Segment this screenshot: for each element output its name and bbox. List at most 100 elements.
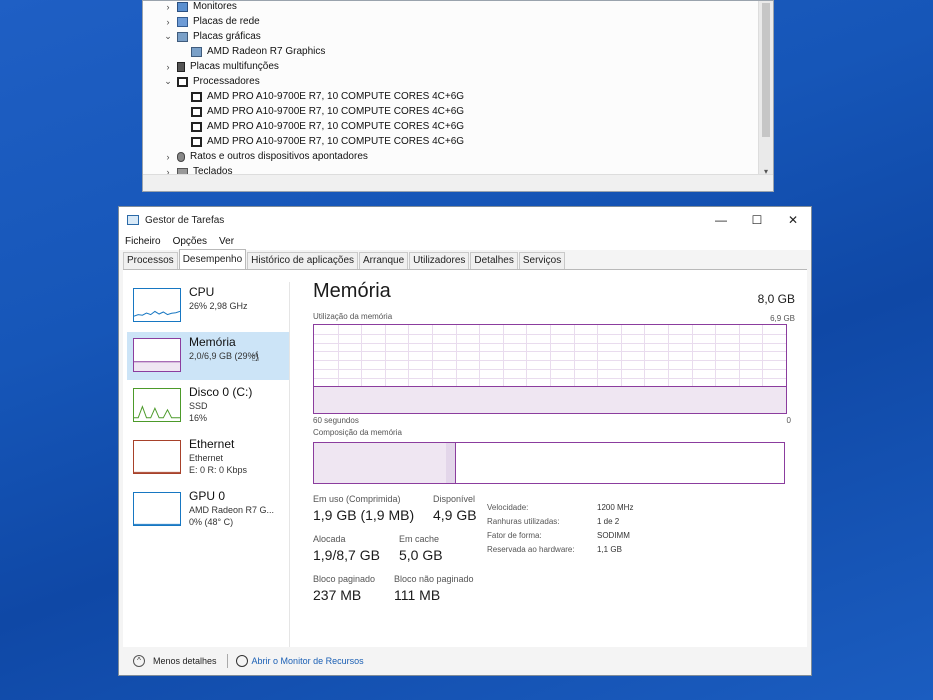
stat-nonpaged-pool: Bloco não paginado 111 MB	[394, 574, 474, 603]
sidebar-item-gpu[interactable]: GPU 0 AMD Radeon R7 G... 0% (48° C)	[127, 486, 289, 534]
tree-device-item[interactable]: AMD PRO A10-9700E R7, 10 COMPUTE CORES 4…	[177, 119, 464, 134]
tree-category-item[interactable]: › Ratos e outros dispositivos apontadores	[163, 149, 368, 164]
disk-thumbnail-graph	[133, 388, 181, 422]
chevron-right-icon[interactable]: ›	[163, 152, 173, 162]
sidebar-item-detail: AMD Radeon R7 G...	[189, 505, 275, 515]
close-button[interactable]: ✕	[775, 207, 811, 233]
task-manager-app-icon	[127, 215, 139, 225]
info-key: Fator de forma:	[487, 531, 542, 540]
tab-performance[interactable]: Desempenho	[178, 249, 247, 269]
tree-category-item[interactable]: › Monitores	[163, 1, 237, 14]
sidebar-item-detail: 26% 2,98 GHz	[189, 301, 248, 311]
stat-label: Bloco paginado	[313, 574, 376, 584]
sidebar-item-detail: 2,0/6,9 GB (29%)	[189, 351, 259, 361]
tree-item-label: AMD PRO A10-9700E R7, 10 COMPUTE CORES 4…	[207, 136, 465, 147]
chevron-right-icon[interactable]: ›	[163, 2, 173, 12]
resource-monitor-icon[interactable]	[235, 655, 248, 667]
thumbnail-line	[134, 405, 180, 419]
tree-category-item[interactable]: ⌄ Processadores	[163, 74, 260, 89]
tree-item-label: Processadores	[193, 76, 260, 87]
sidebar-item-disk[interactable]: Disco 0 (C:) SSD 16%	[127, 382, 289, 430]
chevron-right-icon[interactable]: ›	[163, 62, 173, 72]
tree-item-label: Ratos e outros dispositivos apontadores	[190, 151, 368, 162]
graph-gridline	[314, 351, 786, 353]
chevron-down-icon[interactable]: ⌄	[163, 76, 173, 87]
tab-processes[interactable]: Processos	[123, 252, 178, 269]
device-tree-scrollbar[interactable]: ▾	[758, 1, 773, 177]
menu-view[interactable]: Ver	[213, 233, 240, 250]
minimize-button[interactable]: —	[703, 207, 739, 233]
device-manager-window: › Monitores › Placas de rede ⌄ Placas gráfica…	[142, 0, 774, 192]
thumbnail-sparkline	[134, 471, 180, 473]
menu-file[interactable]: Ficheiro	[119, 233, 167, 250]
tree-item-label: Placas gráficas	[193, 31, 261, 42]
sidebar-item-label: CPU	[189, 285, 215, 299]
info-row: Ranhuras utilizadas: 1 de 2	[487, 517, 633, 531]
stat-value: 1,9 GB (1,9 MB)	[313, 507, 415, 523]
memory-usage-graph	[313, 324, 787, 414]
gpu-thumbnail-graph	[133, 492, 181, 526]
tree-item-label: Placas multifunções	[190, 61, 279, 72]
tree-device-item[interactable]: AMD PRO A10-9700E R7, 10 COMPUTE CORES 4…	[177, 104, 464, 119]
sidebar-item-label: Ethernet	[189, 437, 235, 451]
stat-committed: Alocada 1,9/8,7 GB	[313, 534, 380, 563]
graph-gridline	[314, 369, 786, 370]
info-row: Reservada ao hardware: 1,1 GB	[487, 545, 633, 559]
open-resource-monitor-link[interactable]: Abrir o Monitor de Recursos	[252, 656, 364, 666]
tab-users[interactable]: Utilizadores	[409, 252, 470, 269]
chevron-right-icon[interactable]: ›	[163, 17, 173, 27]
graph-time-end: 0	[786, 416, 791, 425]
thumbnail-line	[134, 310, 180, 317]
tree-device-item[interactable]: AMD PRO A10-9700E R7, 10 COMPUTE CORES 4…	[177, 134, 464, 149]
memory-usage-fill	[314, 386, 786, 413]
monitor-icon	[177, 1, 188, 12]
maximize-button[interactable]: ☐	[739, 207, 775, 233]
title-bar[interactable]: Gestor de Tarefas — ☐ ✕	[119, 207, 811, 233]
tree-device-item[interactable]: AMD PRO A10-9700E R7, 10 COMPUTE CORES 4…	[177, 89, 464, 104]
info-key: Reservada ao hardware:	[487, 545, 575, 554]
stat-cached: Em cache 5,0 GB	[399, 534, 443, 563]
task-manager-window: Gestor de Tarefas — ☐ ✕ Ficheiro Opções …	[118, 206, 812, 676]
tree-category-item[interactable]: › Placas multifunções	[163, 59, 279, 74]
tab-services[interactable]: Serviços	[518, 252, 566, 269]
processor-icon	[191, 121, 202, 132]
tree-category-item[interactable]: ⌄ Placas gráficas	[163, 29, 261, 44]
composition-label: Composição da memória	[313, 428, 402, 437]
tree-device-item[interactable]: AMD Radeon R7 Graphics	[177, 44, 325, 59]
graph-gridline	[314, 360, 786, 362]
memory-thumbnail-graph	[133, 338, 181, 372]
cpu-thumbnail-graph	[133, 288, 181, 322]
sidebar-item-cpu[interactable]: CPU 26% 2,98 GHz	[127, 282, 289, 330]
mouse-icon	[177, 151, 185, 162]
total-memory: 8,0 GB	[757, 292, 795, 306]
chevron-up-icon[interactable]: ^	[133, 655, 145, 667]
processor-icon	[191, 136, 202, 147]
tab-startup[interactable]: Arranque	[359, 252, 409, 269]
performance-sidebar: CPU 26% 2,98 GHz Memória 2,0/6,9 GB (29%…	[123, 282, 290, 647]
graph-gridline	[314, 333, 786, 335]
menu-options[interactable]: Opções	[167, 233, 213, 250]
horizontal-strip	[143, 174, 773, 191]
graph-time-span: 60 segundos	[313, 416, 359, 425]
scrollbar-thumb[interactable]	[762, 3, 770, 137]
stat-label: Disponível	[433, 494, 476, 504]
tab-app-history[interactable]: Histórico de aplicações	[247, 252, 358, 269]
stat-value: 4,9 GB	[433, 507, 477, 523]
memory-composition-bar[interactable]	[313, 442, 785, 484]
stat-value: 1,9/8,7 GB	[313, 547, 380, 563]
fewer-details-link[interactable]: Menos detalhes	[153, 656, 217, 666]
tree-category-item[interactable]: › Placas de rede	[163, 14, 260, 29]
network-adapter-icon	[177, 16, 188, 27]
sidebar-item-label: GPU 0	[189, 489, 226, 503]
window-title: Gestor de Tarefas	[145, 214, 225, 226]
stat-value: 5,0 GB	[399, 547, 443, 563]
stat-in-use: Em uso (Comprimida) 1,9 GB (1,9 MB)	[313, 494, 414, 523]
stat-label: Bloco não paginado	[394, 574, 474, 584]
sidebar-item-memory[interactable]: Memória 2,0/6,9 GB (29%) ☝	[127, 332, 289, 380]
device-tree[interactable]: › Monitores › Placas de rede ⌄ Placas gráfica…	[143, 1, 759, 177]
chevron-down-icon[interactable]: ⌄	[163, 31, 173, 42]
sidebar-item-detail: SSD	[189, 401, 208, 411]
tab-details[interactable]: Detalhes	[470, 252, 518, 269]
tree-item-label: AMD Radeon R7 Graphics	[207, 46, 326, 57]
sidebar-item-ethernet[interactable]: Ethernet Ethernet E: 0 R: 0 Kbps	[127, 434, 289, 482]
